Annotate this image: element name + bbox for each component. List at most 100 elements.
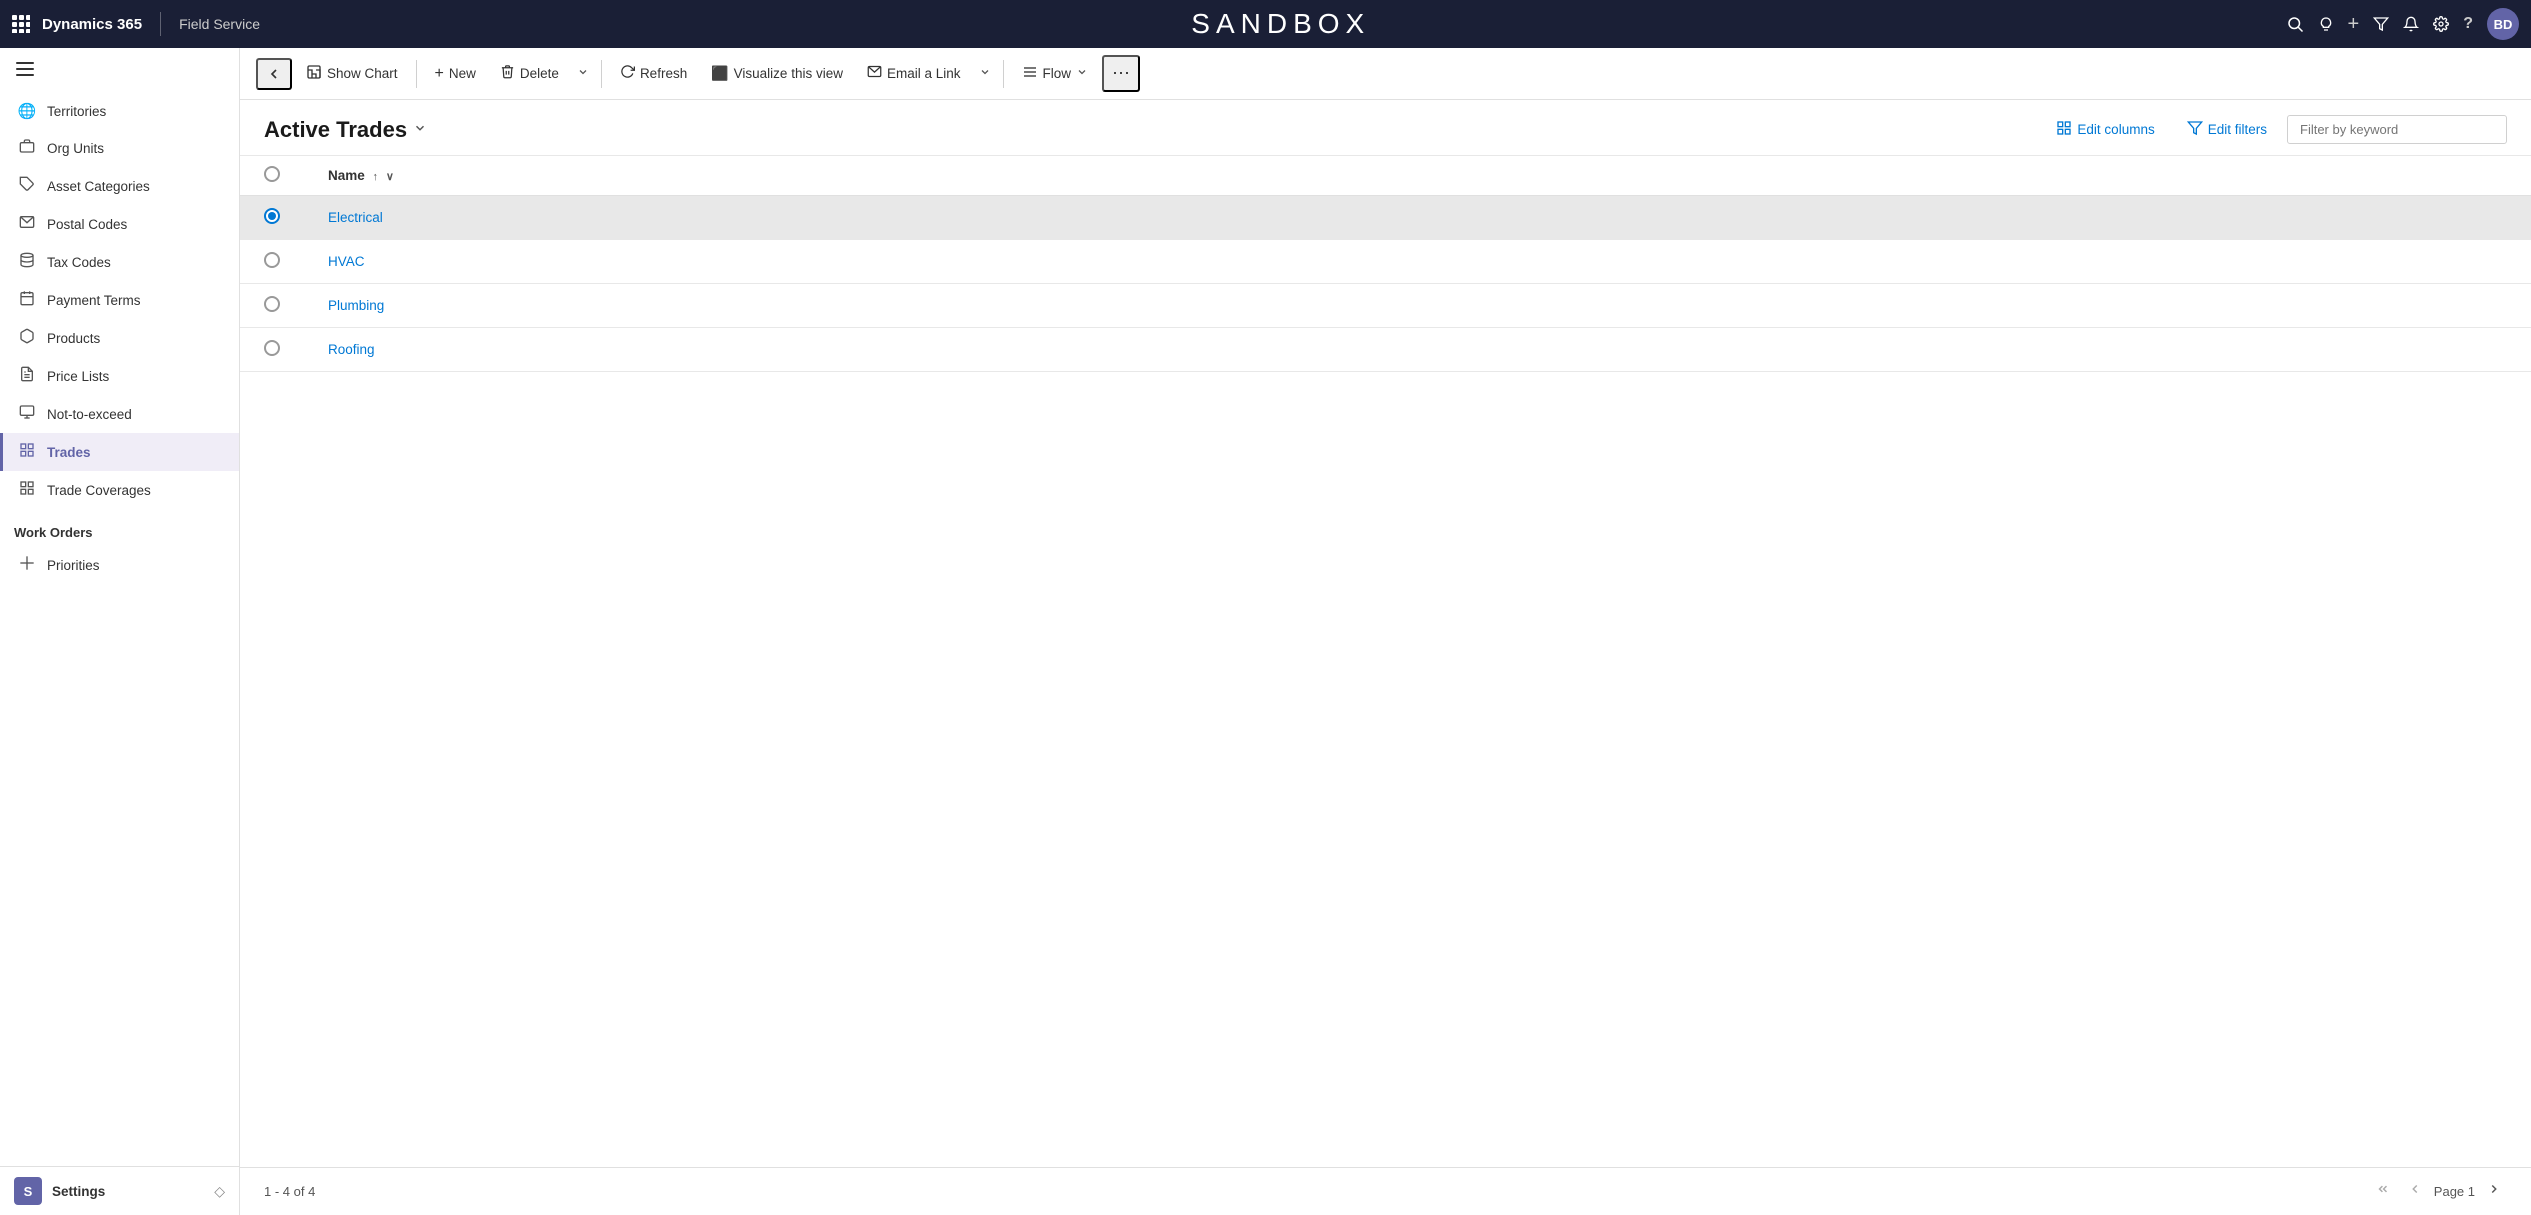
- sidebar-item-label: Price Lists: [47, 369, 109, 384]
- table-header-row: Name ↑ ∨: [240, 156, 2531, 196]
- avatar[interactable]: BD: [2487, 8, 2519, 40]
- sidebar-item-label: Payment Terms: [47, 293, 141, 308]
- filter-nav-icon[interactable]: [2373, 16, 2389, 32]
- sidebar-item-asset-categories[interactable]: Asset Categories: [0, 167, 239, 205]
- settings-label: Settings: [52, 1184, 105, 1199]
- territories-icon: 🌐: [17, 102, 37, 120]
- trades-icon: [17, 442, 37, 462]
- sidebar: 🌐 Territories Org Units Asset Categories…: [0, 48, 240, 1215]
- sidebar-item-not-to-exceed[interactable]: Not-to-exceed: [0, 395, 239, 433]
- settings-avatar: S: [14, 1177, 42, 1205]
- table-row[interactable]: HVAC: [240, 240, 2531, 284]
- row-name-link[interactable]: Electrical: [328, 210, 383, 225]
- more-button[interactable]: ⋯: [1102, 55, 1140, 92]
- edit-filters-label: Edit filters: [2208, 122, 2267, 137]
- row-radio[interactable]: [264, 252, 280, 268]
- list-footer: 1 - 4 of 4 Page 1: [240, 1167, 2531, 1215]
- price-lists-icon: [17, 366, 37, 386]
- search-icon[interactable]: [2286, 15, 2304, 33]
- list-title: Active Trades: [264, 117, 407, 143]
- bell-icon[interactable]: [2403, 16, 2419, 32]
- flow-button[interactable]: Flow: [1012, 58, 1099, 90]
- table-body: Electrical HVAC Plumbing Roofing: [240, 196, 2531, 372]
- row-radio[interactable]: [264, 208, 280, 224]
- tax-codes-icon: [17, 252, 37, 272]
- hamburger-icon[interactable]: [16, 60, 34, 81]
- row-check-cell: [240, 196, 304, 240]
- data-table: Name ↑ ∨ Electrical HVAC: [240, 156, 2531, 372]
- waffle-icon[interactable]: [12, 15, 30, 33]
- first-page-button[interactable]: [2370, 1178, 2396, 1205]
- filter-input[interactable]: [2287, 115, 2507, 144]
- edit-filters-button[interactable]: Edit filters: [2175, 114, 2279, 145]
- delete-dropdown-icon[interactable]: [573, 62, 593, 85]
- sidebar-item-label: Trade Coverages: [47, 483, 151, 498]
- sidebar-item-payment-terms[interactable]: Payment Terms: [0, 281, 239, 319]
- visualize-button[interactable]: ⬛ Visualize this view: [701, 59, 853, 88]
- edit-columns-icon: [2056, 120, 2072, 139]
- col-name-header: Name ↑ ∨: [304, 156, 2531, 196]
- priorities-icon: [17, 555, 37, 575]
- pagination: Page 1: [2370, 1178, 2507, 1205]
- gear-icon[interactable]: [2433, 16, 2449, 32]
- add-icon[interactable]: +: [2348, 13, 2360, 36]
- flow-icon: [1022, 64, 1038, 84]
- refresh-button[interactable]: Refresh: [610, 58, 697, 89]
- delete-button[interactable]: Delete: [490, 58, 569, 89]
- sidebar-settings[interactable]: S Settings ◇: [0, 1166, 239, 1215]
- toolbar: Show Chart + New Delete R: [240, 48, 2531, 100]
- list-title-area: Active Trades: [264, 117, 427, 143]
- row-name-link[interactable]: HVAC: [328, 254, 365, 269]
- table-row[interactable]: Plumbing: [240, 284, 2531, 328]
- sidebar-item-products[interactable]: Products: [0, 319, 239, 357]
- sidebar-header: [0, 48, 239, 93]
- edit-columns-label: Edit columns: [2077, 122, 2154, 137]
- new-button[interactable]: + New: [425, 59, 486, 89]
- prev-page-button[interactable]: [2402, 1178, 2428, 1205]
- brand-name[interactable]: Dynamics 365: [42, 16, 142, 33]
- sidebar-item-price-lists[interactable]: Price Lists: [0, 357, 239, 395]
- sidebar-item-trades[interactable]: Trades: [0, 433, 239, 471]
- show-chart-button[interactable]: Show Chart: [296, 58, 408, 90]
- row-radio[interactable]: [264, 296, 280, 312]
- edit-columns-button[interactable]: Edit columns: [2044, 114, 2166, 145]
- org-units-icon: [17, 138, 37, 158]
- main-layout: 🌐 Territories Org Units Asset Categories…: [0, 48, 2531, 1215]
- sidebar-item-tax-codes[interactable]: Tax Codes: [0, 243, 239, 281]
- list-actions: Edit columns Edit filters: [2044, 114, 2507, 145]
- row-name-link[interactable]: Plumbing: [328, 298, 384, 313]
- row-check-cell: [240, 284, 304, 328]
- table-row[interactable]: Electrical: [240, 196, 2531, 240]
- content-area: Show Chart + New Delete R: [240, 48, 2531, 1215]
- bulb-icon[interactable]: [2318, 16, 2334, 32]
- sidebar-item-trade-coverages[interactable]: Trade Coverages: [0, 471, 239, 509]
- back-button[interactable]: [256, 58, 292, 90]
- table-row[interactable]: Roofing: [240, 328, 2531, 372]
- sidebar-item-postal-codes[interactable]: Postal Codes: [0, 205, 239, 243]
- sidebar-item-org-units[interactable]: Org Units: [0, 129, 239, 167]
- help-icon[interactable]: ?: [2463, 15, 2473, 33]
- sort-dropdown-icon[interactable]: ∨: [386, 171, 394, 183]
- row-radio[interactable]: [264, 340, 280, 356]
- list-title-chevron-icon[interactable]: [413, 121, 427, 138]
- row-name-link[interactable]: Roofing: [328, 342, 375, 357]
- module-name[interactable]: Field Service: [179, 16, 260, 32]
- show-chart-label: Show Chart: [327, 66, 398, 81]
- list-area: Active Trades Edit columns: [240, 100, 2531, 1215]
- email-dropdown-icon[interactable]: [975, 62, 995, 85]
- sort-asc-icon[interactable]: ↑: [373, 171, 379, 183]
- row-check-cell: [240, 240, 304, 284]
- nav-divider: [160, 12, 161, 36]
- sidebar-item-label: Postal Codes: [47, 217, 127, 232]
- next-page-button[interactable]: [2481, 1178, 2507, 1205]
- email-link-icon: [867, 64, 882, 83]
- sidebar-item-priorities[interactable]: Priorities: [0, 546, 239, 584]
- row-name-cell: Roofing: [304, 328, 2531, 372]
- email-link-button[interactable]: Email a Link: [857, 58, 971, 89]
- sidebar-item-label: Territories: [47, 104, 106, 119]
- trade-coverages-icon: [17, 480, 37, 500]
- delete-label: Delete: [520, 66, 559, 81]
- header-radio[interactable]: [264, 166, 280, 182]
- sidebar-item-label: Priorities: [47, 558, 100, 573]
- sidebar-item-territories[interactable]: 🌐 Territories: [0, 93, 239, 129]
